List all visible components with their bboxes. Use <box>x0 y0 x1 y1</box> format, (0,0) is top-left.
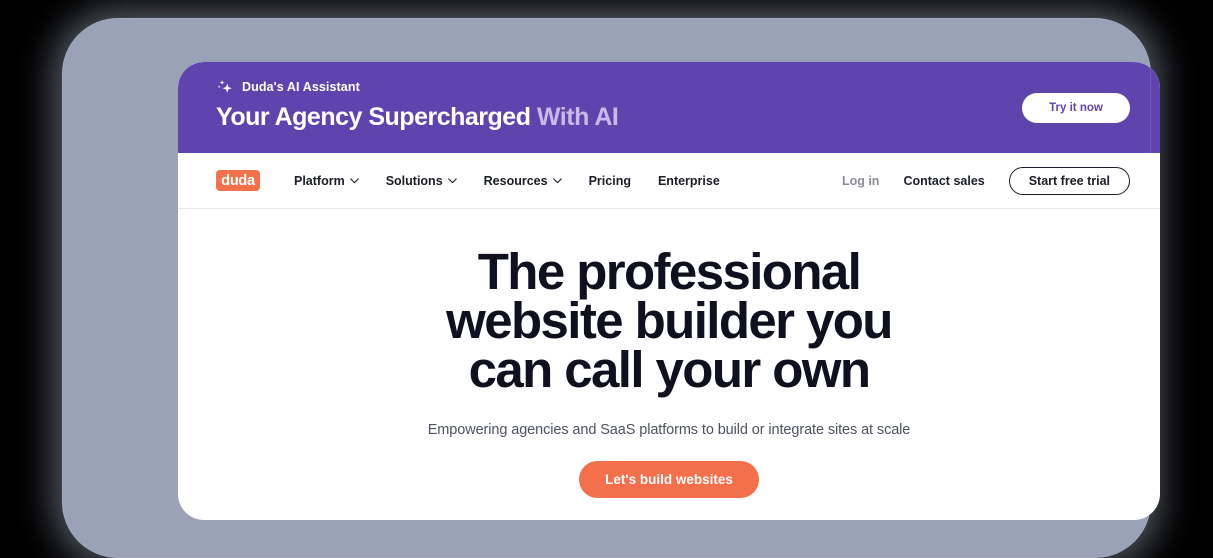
promo-headline-main: Your Agency Supercharged <box>216 103 531 131</box>
login-link[interactable]: Log in <box>842 174 880 188</box>
chevron-down-icon <box>447 177 457 183</box>
start-free-trial-button[interactable]: Start free trial <box>1008 166 1130 195</box>
try-it-now-button[interactable]: Try it now <box>1022 93 1130 123</box>
navbar: duda Platform Solutions Resources Pricin… <box>178 153 1160 209</box>
device-frame: Duda's AI Assistant Your Agency Supercha… <box>62 18 1160 558</box>
nav-item-solutions[interactable]: Solutions <box>386 174 457 188</box>
sparkle-icon <box>217 79 232 93</box>
nav-item-pricing[interactable]: Pricing <box>589 174 631 188</box>
nav-item-pricing-label: Pricing <box>588 173 631 188</box>
promo-eyebrow-label: Duda's AI Assistant <box>242 80 360 94</box>
nav-actions: Log in Contact sales Start free trial <box>842 166 1130 195</box>
hero-subtitle: Empowering agencies and SaaS platforms t… <box>427 422 911 438</box>
hero-title-line-3: can call your own <box>468 341 871 398</box>
chevron-down-icon <box>552 177 562 183</box>
promo-banner: Duda's AI Assistant Your Agency Supercha… <box>178 62 1160 153</box>
nav-item-resources[interactable]: Resources <box>484 174 562 188</box>
nav-item-solutions-label: Solutions <box>385 173 443 188</box>
browser-page: Duda's AI Assistant Your Agency Supercha… <box>178 62 1160 520</box>
lets-build-websites-button[interactable]: Let's build websites <box>579 461 759 498</box>
promo-headline: Your Agency Supercharged With AI <box>216 103 1160 132</box>
nav-item-resources-label: Resources <box>483 173 548 188</box>
screenshot-root: Duda's AI Assistant Your Agency Supercha… <box>0 0 1213 558</box>
promo-eyebrow: Duda's AI Assistant <box>216 62 1160 96</box>
promo-headline-accent: With AI <box>536 103 619 131</box>
chevron-down-icon <box>349 177 359 183</box>
hero-title-line-2: website builder you <box>446 292 893 349</box>
hero-title-line-1: The professional <box>477 243 862 300</box>
nav-item-platform-label: Platform <box>294 173 345 188</box>
contact-sales-link[interactable]: Contact sales <box>903 174 984 188</box>
nav-links: Platform Solutions Resources Pricing Ent… <box>294 174 720 188</box>
nav-item-platform[interactable]: Platform <box>294 174 359 188</box>
hero-section: The professional website builder you can… <box>178 209 1160 498</box>
nav-item-enterprise-label: Enterprise <box>657 173 720 188</box>
duda-logo[interactable]: duda <box>216 170 260 191</box>
page-title: The professional website builder you can… <box>178 243 1160 398</box>
nav-item-enterprise[interactable]: Enterprise <box>658 174 720 188</box>
